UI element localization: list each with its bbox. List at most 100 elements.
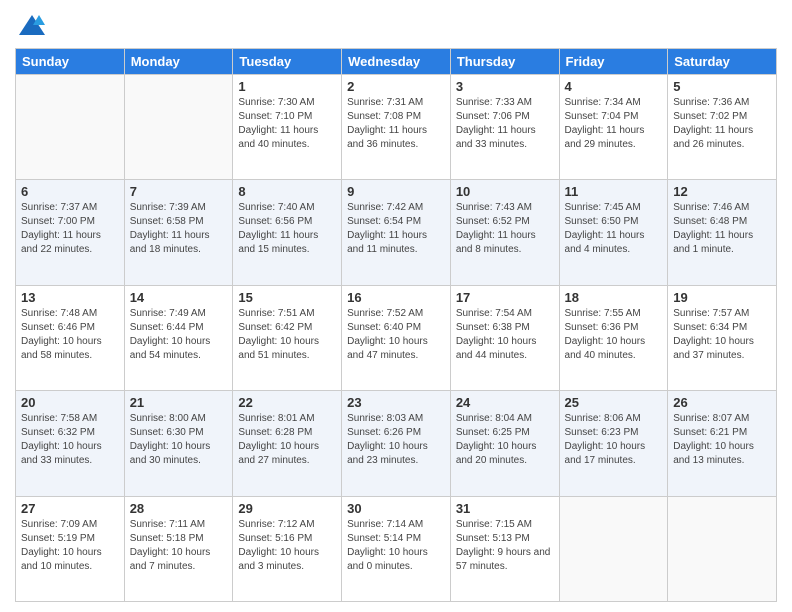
calendar-cell: 21 Sunrise: 8:00 AM Sunset: 6:30 PM Dayli…	[124, 391, 233, 496]
day-number: 7	[130, 184, 228, 199]
calendar-header-wednesday: Wednesday	[342, 49, 451, 75]
calendar-cell: 10 Sunrise: 7:43 AM Sunset: 6:52 PM Dayli…	[450, 180, 559, 285]
day-info: Sunrise: 7:37 AM Sunset: 7:00 PM Dayligh…	[21, 201, 119, 257]
day-info: Sunrise: 7:36 AM Sunset: 7:02 PM Dayligh…	[673, 96, 771, 152]
day-number: 13	[21, 290, 119, 305]
day-number: 31	[456, 501, 554, 516]
day-info: Sunrise: 7:15 AM Sunset: 5:13 PM Dayligh…	[456, 518, 554, 574]
day-number: 22	[238, 395, 336, 410]
calendar-cell: 19Sunrise: 7:57 AM Sunset: 6:34 PM Dayli…	[668, 285, 777, 390]
calendar-header-row: SundayMondayTuesdayWednesdayThursdayFrid…	[16, 49, 777, 75]
day-info: Sunrise: 7:52 AM Sunset: 6:40 PM Dayligh…	[347, 307, 445, 363]
day-info: Sunrise: 7:12 AM Sunset: 5:16 PM Dayligh…	[238, 518, 336, 574]
calendar-week-row: 6 Sunrise: 7:37 AM Sunset: 7:00 PM Daylig…	[16, 180, 777, 285]
day-info: Sunrise: 7:43 AM Sunset: 6:52 PM Dayligh…	[456, 201, 554, 257]
day-info: Sunrise: 7:57 AM Sunset: 6:34 PM Dayligh…	[673, 307, 771, 363]
calendar-cell: 25 Sunrise: 8:06 AM Sunset: 6:23 PM Dayli…	[559, 391, 668, 496]
day-number: 25	[565, 395, 663, 410]
day-info: Sunrise: 7:49 AM Sunset: 6:44 PM Dayligh…	[130, 307, 228, 363]
day-number: 24	[456, 395, 554, 410]
calendar-cell: 15 Sunrise: 7:51 AM Sunset: 6:42 PM Dayli…	[233, 285, 342, 390]
day-info: Sunrise: 7:54 AM Sunset: 6:38 PM Dayligh…	[456, 307, 554, 363]
day-info: Sunrise: 7:11 AM Sunset: 5:18 PM Dayligh…	[130, 518, 228, 574]
calendar-header-monday: Monday	[124, 49, 233, 75]
calendar-header-friday: Friday	[559, 49, 668, 75]
calendar-cell: 26Sunrise: 8:07 AM Sunset: 6:21 PM Dayli…	[668, 391, 777, 496]
day-info: Sunrise: 7:39 AM Sunset: 6:58 PM Dayligh…	[130, 201, 228, 257]
day-number: 16	[347, 290, 445, 305]
calendar-cell: 14 Sunrise: 7:49 AM Sunset: 6:44 PM Dayli…	[124, 285, 233, 390]
day-number: 1	[238, 79, 336, 94]
calendar-cell: 5 Sunrise: 7:36 AM Sunset: 7:02 PM Daylig…	[668, 75, 777, 180]
day-number: 9	[347, 184, 445, 199]
day-info: Sunrise: 8:01 AM Sunset: 6:28 PM Dayligh…	[238, 412, 336, 468]
calendar-table: SundayMondayTuesdayWednesdayThursdayFrid…	[15, 48, 777, 602]
logo	[15, 10, 47, 40]
day-number: 14	[130, 290, 228, 305]
day-info: Sunrise: 7:42 AM Sunset: 6:54 PM Dayligh…	[347, 201, 445, 257]
calendar-cell: 6 Sunrise: 7:37 AM Sunset: 7:00 PM Daylig…	[16, 180, 125, 285]
day-info: Sunrise: 7:45 AM Sunset: 6:50 PM Dayligh…	[565, 201, 663, 257]
day-info: Sunrise: 7:09 AM Sunset: 5:19 PM Dayligh…	[21, 518, 119, 574]
day-number: 17	[456, 290, 554, 305]
calendar-cell	[559, 496, 668, 601]
day-number: 11	[565, 184, 663, 199]
calendar-header-sunday: Sunday	[16, 49, 125, 75]
day-info: Sunrise: 7:48 AM Sunset: 6:46 PM Dayligh…	[21, 307, 119, 363]
day-info: Sunrise: 7:31 AM Sunset: 7:08 PM Dayligh…	[347, 96, 445, 152]
calendar-cell: 23Sunrise: 8:03 AM Sunset: 6:26 PM Dayli…	[342, 391, 451, 496]
day-number: 15	[238, 290, 336, 305]
calendar-header-saturday: Saturday	[668, 49, 777, 75]
calendar-cell: 1Sunrise: 7:30 AM Sunset: 7:10 PM Daylig…	[233, 75, 342, 180]
day-info: Sunrise: 8:07 AM Sunset: 6:21 PM Dayligh…	[673, 412, 771, 468]
calendar-header-tuesday: Tuesday	[233, 49, 342, 75]
calendar-cell: 12 Sunrise: 7:46 AM Sunset: 6:48 PM Dayli…	[668, 180, 777, 285]
calendar-week-row: 1Sunrise: 7:30 AM Sunset: 7:10 PM Daylig…	[16, 75, 777, 180]
day-info: Sunrise: 8:06 AM Sunset: 6:23 PM Dayligh…	[565, 412, 663, 468]
day-number: 18	[565, 290, 663, 305]
calendar-week-row: 27Sunrise: 7:09 AM Sunset: 5:19 PM Dayli…	[16, 496, 777, 601]
day-info: Sunrise: 7:33 AM Sunset: 7:06 PM Dayligh…	[456, 96, 554, 152]
calendar-cell: 9 Sunrise: 7:42 AM Sunset: 6:54 PM Daylig…	[342, 180, 451, 285]
calendar-header-thursday: Thursday	[450, 49, 559, 75]
day-info: Sunrise: 7:46 AM Sunset: 6:48 PM Dayligh…	[673, 201, 771, 257]
day-number: 28	[130, 501, 228, 516]
day-number: 4	[565, 79, 663, 94]
calendar-cell	[668, 496, 777, 601]
calendar-cell: 18 Sunrise: 7:55 AM Sunset: 6:36 PM Dayli…	[559, 285, 668, 390]
calendar-cell: 11 Sunrise: 7:45 AM Sunset: 6:50 PM Dayli…	[559, 180, 668, 285]
calendar-cell: 22 Sunrise: 8:01 AM Sunset: 6:28 PM Dayli…	[233, 391, 342, 496]
day-info: Sunrise: 8:04 AM Sunset: 6:25 PM Dayligh…	[456, 412, 554, 468]
calendar-week-row: 20 Sunrise: 7:58 AM Sunset: 6:32 PM Dayli…	[16, 391, 777, 496]
calendar-cell: 31 Sunrise: 7:15 AM Sunset: 5:13 PM Dayli…	[450, 496, 559, 601]
calendar-cell: 29 Sunrise: 7:12 AM Sunset: 5:16 PM Dayli…	[233, 496, 342, 601]
day-info: Sunrise: 7:55 AM Sunset: 6:36 PM Dayligh…	[565, 307, 663, 363]
day-number: 6	[21, 184, 119, 199]
day-number: 21	[130, 395, 228, 410]
day-number: 5	[673, 79, 771, 94]
day-number: 10	[456, 184, 554, 199]
day-number: 2	[347, 79, 445, 94]
calendar-week-row: 13 Sunrise: 7:48 AM Sunset: 6:46 PM Dayli…	[16, 285, 777, 390]
day-number: 3	[456, 79, 554, 94]
day-info: Sunrise: 8:00 AM Sunset: 6:30 PM Dayligh…	[130, 412, 228, 468]
calendar-cell	[16, 75, 125, 180]
day-info: Sunrise: 7:34 AM Sunset: 7:04 PM Dayligh…	[565, 96, 663, 152]
day-info: Sunrise: 7:40 AM Sunset: 6:56 PM Dayligh…	[238, 201, 336, 257]
calendar-cell: 13 Sunrise: 7:48 AM Sunset: 6:46 PM Dayli…	[16, 285, 125, 390]
calendar-cell: 28 Sunrise: 7:11 AM Sunset: 5:18 PM Dayli…	[124, 496, 233, 601]
calendar-cell: 27Sunrise: 7:09 AM Sunset: 5:19 PM Dayli…	[16, 496, 125, 601]
calendar-cell: 20 Sunrise: 7:58 AM Sunset: 6:32 PM Dayli…	[16, 391, 125, 496]
calendar-cell: 7 Sunrise: 7:39 AM Sunset: 6:58 PM Daylig…	[124, 180, 233, 285]
page: SundayMondayTuesdayWednesdayThursdayFrid…	[0, 0, 792, 612]
day-number: 12	[673, 184, 771, 199]
day-info: Sunrise: 7:14 AM Sunset: 5:14 PM Dayligh…	[347, 518, 445, 574]
day-number: 30	[347, 501, 445, 516]
day-number: 29	[238, 501, 336, 516]
day-info: Sunrise: 7:58 AM Sunset: 6:32 PM Dayligh…	[21, 412, 119, 468]
day-info: Sunrise: 7:51 AM Sunset: 6:42 PM Dayligh…	[238, 307, 336, 363]
calendar-cell: 17 Sunrise: 7:54 AM Sunset: 6:38 PM Dayli…	[450, 285, 559, 390]
calendar-cell: 3 Sunrise: 7:33 AM Sunset: 7:06 PM Daylig…	[450, 75, 559, 180]
calendar-cell: 8Sunrise: 7:40 AM Sunset: 6:56 PM Daylig…	[233, 180, 342, 285]
day-number: 20	[21, 395, 119, 410]
